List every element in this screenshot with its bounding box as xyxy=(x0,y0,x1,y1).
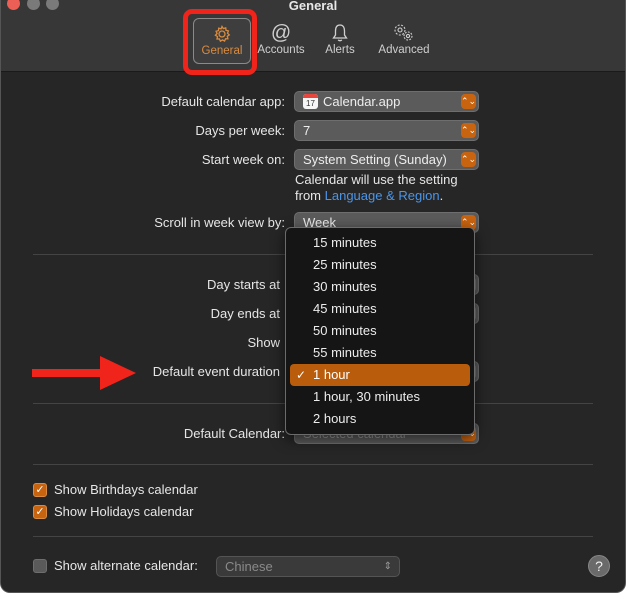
tab-advanced[interactable]: Advanced xyxy=(371,18,437,64)
tab-advanced-label: Advanced xyxy=(378,44,430,56)
calendar-app-icon: 17 xyxy=(303,94,318,109)
start-week-note: Calendar will use the setting from Langu… xyxy=(295,172,458,203)
tab-accounts-label: Accounts xyxy=(257,44,305,56)
menu-item[interactable]: 30 minutes xyxy=(290,276,470,298)
day-starts-at-label: Day starts at xyxy=(207,277,280,292)
menu-item[interactable]: 15 minutes xyxy=(290,232,470,254)
menu-item-label: 1 hour, 30 minutes xyxy=(313,389,420,404)
show-label: Show xyxy=(247,335,280,350)
menu-item-label: 1 hour xyxy=(313,367,350,382)
annotation-arrow-icon xyxy=(32,356,136,390)
menu-item[interactable]: 45 minutes xyxy=(290,298,470,320)
menu-item[interactable]: 25 minutes xyxy=(290,254,470,276)
alternate-calendar-value: Chinese xyxy=(225,559,273,574)
menu-item-label: 50 minutes xyxy=(313,323,377,338)
show-alternate-calendar-label: Show alternate calendar: xyxy=(54,558,198,573)
menu-item[interactable]: 50 minutes xyxy=(290,320,470,342)
checkmark-icon: ✓ xyxy=(33,504,47,519)
at-sign-icon: @ xyxy=(270,21,292,44)
chevron-updown-icon: ⌃⌄ xyxy=(461,123,476,138)
show-holidays-label: Show Holidays calendar xyxy=(54,504,194,519)
tab-alerts[interactable]: Alerts xyxy=(311,18,369,64)
show-birthdays-label: Show Birthdays calendar xyxy=(54,482,198,497)
menu-item-label: 30 minutes xyxy=(313,279,377,294)
default-calendar-app-label: Default calendar app: xyxy=(161,94,285,109)
default-calendar-label: Default Calendar: xyxy=(183,426,285,441)
show-holidays-checkbox[interactable]: ✓ Show Holidays calendar xyxy=(33,504,193,519)
chevron-updown-icon: ⇕ xyxy=(383,561,392,572)
chevron-updown-icon: ⌃⌄ xyxy=(461,152,476,167)
menu-item-label: 25 minutes xyxy=(313,257,377,272)
menu-item-label: 55 minutes xyxy=(313,345,377,360)
start-week-on-value: System Setting (Sunday) xyxy=(303,152,447,167)
show-alternate-calendar-checkbox[interactable]: Show alternate calendar: xyxy=(33,558,198,573)
checkmark-icon: ✓ xyxy=(33,482,47,497)
titlebar: General General @ Accounts Alerts Advanc… xyxy=(1,0,625,72)
checkmark-icon: ✓ xyxy=(296,368,307,382)
menu-item[interactable]: 55 minutes xyxy=(290,342,470,364)
menu-item[interactable]: ✓ 1 hour xyxy=(290,364,470,386)
menu-item-label: 45 minutes xyxy=(313,301,377,316)
language-region-link[interactable]: Language & Region xyxy=(325,188,440,203)
menu-item[interactable]: 2 hours xyxy=(290,408,470,430)
default-calendar-app-popup[interactable]: 17 Calendar.app ⌃⌄ xyxy=(294,91,479,112)
gears-icon xyxy=(392,22,416,44)
days-per-week-popup[interactable]: 7 ⌃⌄ xyxy=(294,120,479,141)
alternate-calendar-popup[interactable]: Chinese ⇕ xyxy=(216,556,400,577)
menu-item[interactable]: 1 hour, 30 minutes xyxy=(290,386,470,408)
days-per-week-label: Days per week: xyxy=(195,123,285,138)
scroll-week-view-label: Scroll in week view by: xyxy=(154,215,285,230)
tab-accounts[interactable]: @ Accounts xyxy=(253,18,309,64)
chevron-updown-icon: ⌃⌄ xyxy=(461,94,476,109)
divider xyxy=(33,536,593,537)
event-duration-menu: 15 minutes 25 minutes 30 minutes 45 minutes… xyxy=(285,227,475,435)
default-calendar-app-value: Calendar.app xyxy=(323,94,401,109)
menu-item-label: 2 hours xyxy=(313,411,357,426)
checkbox-empty-icon xyxy=(33,558,47,573)
menu-item-label: 15 minutes xyxy=(313,235,377,250)
default-event-duration-label: Default event duration xyxy=(152,364,280,379)
divider xyxy=(33,464,593,465)
show-birthdays-checkbox[interactable]: ✓ Show Birthdays calendar xyxy=(33,482,198,497)
day-ends-at-label: Day ends at xyxy=(210,306,280,321)
help-button[interactable]: ? xyxy=(588,555,610,577)
days-per-week-value: 7 xyxy=(303,123,311,138)
annotation-highlight-box xyxy=(183,9,257,75)
start-week-on-popup[interactable]: System Setting (Sunday) ⌃⌄ xyxy=(294,149,479,170)
tab-alerts-label: Alerts xyxy=(325,44,355,56)
start-week-on-label: Start week on: xyxy=(201,152,285,167)
preferences-window: General General @ Accounts Alerts Advanc… xyxy=(0,0,626,593)
window-title: General xyxy=(288,0,338,13)
bell-icon xyxy=(331,22,349,44)
